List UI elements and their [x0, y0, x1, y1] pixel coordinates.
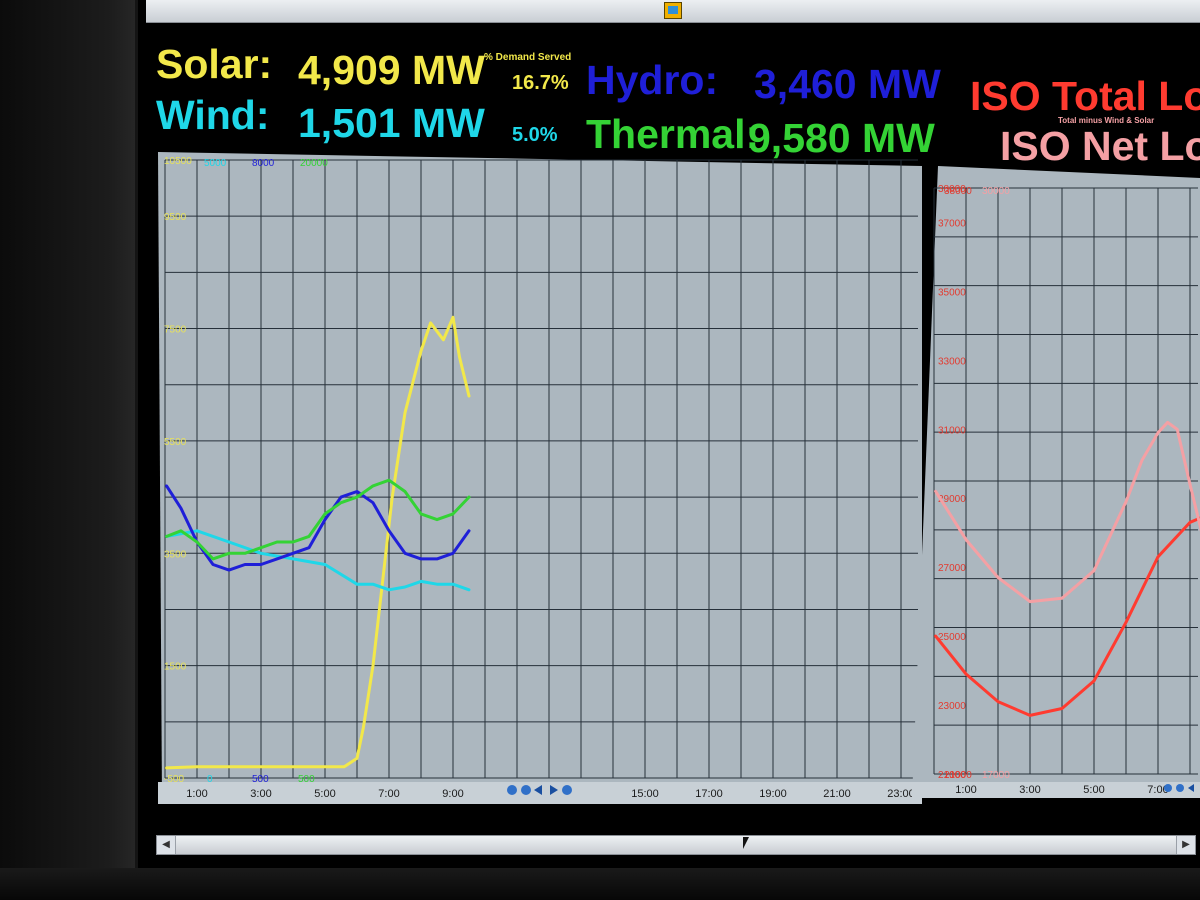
wind-value: 1,501 MW	[298, 100, 485, 146]
wind-label: Wind:	[156, 92, 270, 138]
iso-net-load-label: ISO Net Lo	[1000, 123, 1200, 169]
thermal-label: Thermal:	[586, 111, 760, 157]
scroll-right-icon[interactable]: ▶	[1176, 836, 1195, 854]
mouse-pointer-icon	[743, 837, 749, 849]
hydro-value: 3,460 MW	[754, 61, 941, 107]
monitor-bezel-bottom	[0, 868, 1200, 900]
wind-percent: 5.0%	[512, 124, 558, 146]
hydro-label: Hydro:	[586, 57, 719, 103]
solar-percent: 16.7%	[512, 72, 569, 94]
horizontal-scrollbar[interactable]: ◀ ▶	[156, 835, 1196, 855]
scroll-left-icon[interactable]: ◀	[157, 836, 176, 854]
iso-total-load-label: ISO Total Lo	[970, 73, 1200, 119]
dashboard-window: Solar: 4,909 MW Wind: 1,501 MW % Demand …	[138, 0, 1200, 868]
app-icon	[664, 2, 682, 19]
solar-value: 4,909 MW	[298, 47, 485, 93]
solar-label: Solar:	[156, 41, 273, 87]
demand-served-label: % Demand Served	[484, 52, 572, 63]
window-titlebar[interactable]	[146, 0, 1200, 23]
monitor-bezel	[0, 0, 135, 900]
thermal-value: 9,580 MW	[748, 115, 935, 161]
